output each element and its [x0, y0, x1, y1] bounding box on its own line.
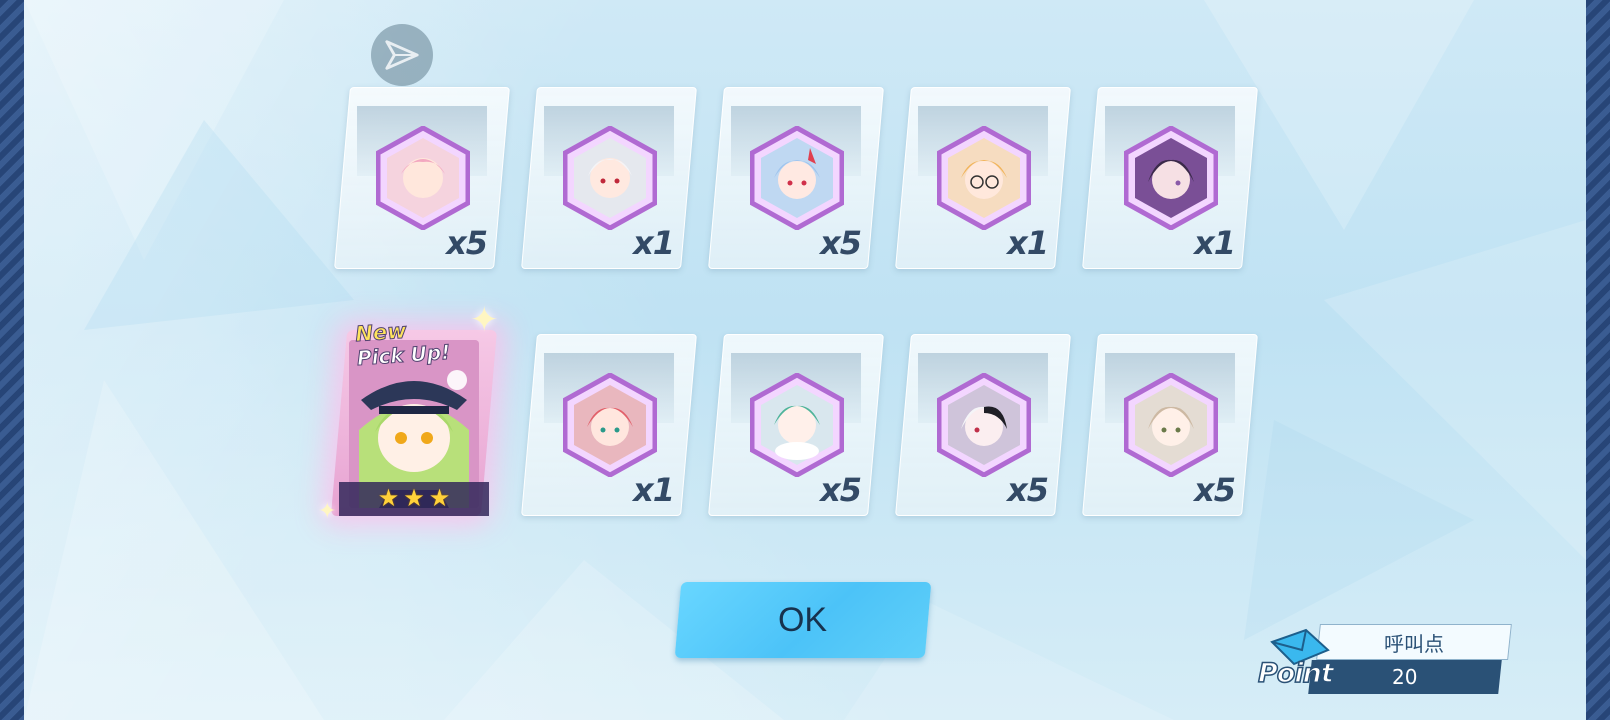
white-black-haired-girl-portrait — [937, 373, 1031, 477]
call-points-panel: 呼叫点 20 Point — [1257, 622, 1512, 696]
item-count: x5 — [820, 471, 861, 509]
item-count: x1 — [1194, 224, 1235, 262]
right-border — [1586, 0, 1610, 720]
result-card[interactable]: x1 — [1082, 87, 1258, 269]
result-card[interactable]: x5 — [895, 334, 1071, 516]
item-count: x1 — [633, 471, 674, 509]
green-haired-girl-portrait — [750, 373, 844, 477]
ok-button-label: OK — [778, 600, 828, 639]
item-count: x1 — [633, 224, 674, 262]
dark-haired-girl-portrait — [1124, 126, 1218, 230]
white-haired-girl-portrait — [563, 126, 657, 230]
item-count: x1 — [1007, 224, 1048, 262]
item-count: x5 — [1007, 471, 1048, 509]
points-label-box: 呼叫点 — [1316, 624, 1512, 660]
red-haired-girl-portrait — [563, 373, 657, 477]
star-icon: ★ — [428, 485, 451, 512]
result-card[interactable]: x1 — [895, 87, 1071, 269]
result-card[interactable]: x5 — [1082, 334, 1258, 516]
point-badge-text: Point — [1257, 657, 1334, 690]
left-border — [0, 0, 24, 720]
star-icon: ★ — [403, 485, 425, 512]
sparkle-icon: ✦ — [318, 498, 337, 523]
star-icon: ★ — [377, 485, 400, 512]
item-count: x5 — [1194, 471, 1235, 509]
skip-button[interactable] — [371, 24, 433, 86]
orange-haired-glasses-girl-portrait — [937, 126, 1031, 230]
send-arrow-icon — [385, 40, 419, 70]
result-card[interactable]: x1 — [521, 87, 697, 269]
beige-haired-girl-portrait — [1124, 373, 1218, 477]
item-count: x5 — [446, 224, 487, 262]
result-card[interactable]: x5 — [334, 87, 510, 269]
item-count: x5 — [820, 224, 861, 262]
points-value: 20 — [1392, 665, 1418, 689]
blue-haired-horned-girl-portrait — [750, 126, 844, 230]
result-card[interactable]: x5 — [708, 87, 884, 269]
rarity-stars: ★ ★ ★ — [339, 482, 489, 516]
points-label: 呼叫点 — [1384, 631, 1444, 656]
ok-button[interactable]: OK — [674, 582, 932, 658]
result-card[interactable]: x1 — [521, 334, 697, 516]
sparkle-icon: ✦ — [470, 301, 499, 339]
pink-haired-girl-portrait — [376, 126, 470, 230]
result-card[interactable]: x5 — [708, 334, 884, 516]
